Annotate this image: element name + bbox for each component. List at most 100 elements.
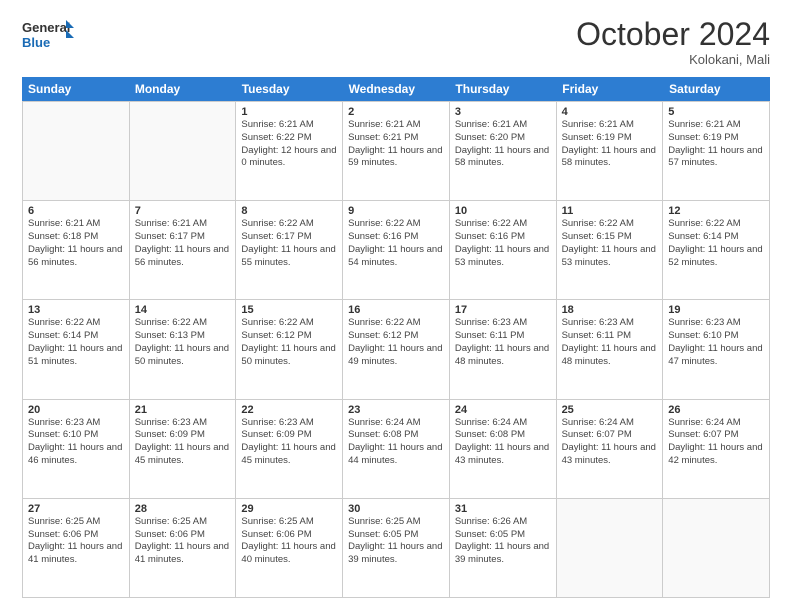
day-info-24: Sunrise: 6:24 AM Sunset: 6:08 PM Dayligh…	[455, 417, 551, 468]
day-info-17: Sunrise: 6:23 AM Sunset: 6:11 PM Dayligh…	[455, 317, 551, 368]
day-2: 2Sunrise: 6:21 AM Sunset: 6:21 PM Daylig…	[343, 102, 450, 201]
day-info-5: Sunrise: 6:21 AM Sunset: 6:19 PM Dayligh…	[668, 119, 764, 170]
weekday-header-sunday: Sunday	[22, 77, 129, 101]
day-number-15: 15	[241, 304, 337, 316]
day-info-21: Sunrise: 6:23 AM Sunset: 6:09 PM Dayligh…	[135, 417, 231, 468]
day-number-2: 2	[348, 106, 444, 118]
logo: General Blue	[22, 18, 74, 54]
day-29: 29Sunrise: 6:25 AM Sunset: 6:06 PM Dayli…	[236, 499, 343, 598]
svg-text:General: General	[22, 20, 70, 35]
day-number-12: 12	[668, 205, 764, 217]
day-24: 24Sunrise: 6:24 AM Sunset: 6:08 PM Dayli…	[450, 400, 557, 499]
day-info-19: Sunrise: 6:23 AM Sunset: 6:10 PM Dayligh…	[668, 317, 764, 368]
weekday-header-saturday: Saturday	[663, 77, 770, 101]
day-22: 22Sunrise: 6:23 AM Sunset: 6:09 PM Dayli…	[236, 400, 343, 499]
weekday-header-tuesday: Tuesday	[236, 77, 343, 101]
day-number-14: 14	[135, 304, 231, 316]
day-number-10: 10	[455, 205, 551, 217]
day-number-28: 28	[135, 503, 231, 515]
day-info-7: Sunrise: 6:21 AM Sunset: 6:17 PM Dayligh…	[135, 218, 231, 269]
day-number-18: 18	[562, 304, 658, 316]
empty-cell-4-6	[663, 499, 770, 598]
day-info-2: Sunrise: 6:21 AM Sunset: 6:21 PM Dayligh…	[348, 119, 444, 170]
calendar-body: 1Sunrise: 6:21 AM Sunset: 6:22 PM Daylig…	[22, 101, 770, 598]
day-number-20: 20	[28, 404, 124, 416]
weekday-header-friday: Friday	[556, 77, 663, 101]
day-info-25: Sunrise: 6:24 AM Sunset: 6:07 PM Dayligh…	[562, 417, 658, 468]
day-info-9: Sunrise: 6:22 AM Sunset: 6:16 PM Dayligh…	[348, 218, 444, 269]
day-15: 15Sunrise: 6:22 AM Sunset: 6:12 PM Dayli…	[236, 300, 343, 399]
day-number-3: 3	[455, 106, 551, 118]
empty-cell-4-5	[557, 499, 664, 598]
weekday-header-monday: Monday	[129, 77, 236, 101]
day-number-7: 7	[135, 205, 231, 217]
day-4: 4Sunrise: 6:21 AM Sunset: 6:19 PM Daylig…	[557, 102, 664, 201]
day-16: 16Sunrise: 6:22 AM Sunset: 6:12 PM Dayli…	[343, 300, 450, 399]
calendar-row-3: 13Sunrise: 6:22 AM Sunset: 6:14 PM Dayli…	[23, 300, 770, 399]
day-number-8: 8	[241, 205, 337, 217]
day-10: 10Sunrise: 6:22 AM Sunset: 6:16 PM Dayli…	[450, 201, 557, 300]
calendar-row-5: 27Sunrise: 6:25 AM Sunset: 6:06 PM Dayli…	[23, 499, 770, 598]
day-number-27: 27	[28, 503, 124, 515]
day-info-22: Sunrise: 6:23 AM Sunset: 6:09 PM Dayligh…	[241, 417, 337, 468]
day-number-4: 4	[562, 106, 658, 118]
day-info-29: Sunrise: 6:25 AM Sunset: 6:06 PM Dayligh…	[241, 516, 337, 567]
day-number-22: 22	[241, 404, 337, 416]
day-info-15: Sunrise: 6:22 AM Sunset: 6:12 PM Dayligh…	[241, 317, 337, 368]
day-info-20: Sunrise: 6:23 AM Sunset: 6:10 PM Dayligh…	[28, 417, 124, 468]
day-23: 23Sunrise: 6:24 AM Sunset: 6:08 PM Dayli…	[343, 400, 450, 499]
day-21: 21Sunrise: 6:23 AM Sunset: 6:09 PM Dayli…	[130, 400, 237, 499]
day-info-27: Sunrise: 6:25 AM Sunset: 6:06 PM Dayligh…	[28, 516, 124, 567]
day-number-16: 16	[348, 304, 444, 316]
day-5: 5Sunrise: 6:21 AM Sunset: 6:19 PM Daylig…	[663, 102, 770, 201]
day-19: 19Sunrise: 6:23 AM Sunset: 6:10 PM Dayli…	[663, 300, 770, 399]
day-6: 6Sunrise: 6:21 AM Sunset: 6:18 PM Daylig…	[23, 201, 130, 300]
day-number-6: 6	[28, 205, 124, 217]
day-number-9: 9	[348, 205, 444, 217]
day-info-6: Sunrise: 6:21 AM Sunset: 6:18 PM Dayligh…	[28, 218, 124, 269]
day-number-1: 1	[241, 106, 337, 118]
day-20: 20Sunrise: 6:23 AM Sunset: 6:10 PM Dayli…	[23, 400, 130, 499]
day-14: 14Sunrise: 6:22 AM Sunset: 6:13 PM Dayli…	[130, 300, 237, 399]
header: General Blue October 2024 Kolokani, Mali	[22, 18, 770, 67]
day-info-31: Sunrise: 6:26 AM Sunset: 6:05 PM Dayligh…	[455, 516, 551, 567]
calendar-row-2: 6Sunrise: 6:21 AM Sunset: 6:18 PM Daylig…	[23, 201, 770, 300]
day-info-16: Sunrise: 6:22 AM Sunset: 6:12 PM Dayligh…	[348, 317, 444, 368]
day-number-5: 5	[668, 106, 764, 118]
day-number-25: 25	[562, 404, 658, 416]
day-number-24: 24	[455, 404, 551, 416]
day-11: 11Sunrise: 6:22 AM Sunset: 6:15 PM Dayli…	[557, 201, 664, 300]
day-info-23: Sunrise: 6:24 AM Sunset: 6:08 PM Dayligh…	[348, 417, 444, 468]
day-number-17: 17	[455, 304, 551, 316]
weekday-header-thursday: Thursday	[449, 77, 556, 101]
weekday-header-wednesday: Wednesday	[343, 77, 450, 101]
day-18: 18Sunrise: 6:23 AM Sunset: 6:11 PM Dayli…	[557, 300, 664, 399]
calendar-row-4: 20Sunrise: 6:23 AM Sunset: 6:10 PM Dayli…	[23, 400, 770, 499]
day-17: 17Sunrise: 6:23 AM Sunset: 6:11 PM Dayli…	[450, 300, 557, 399]
day-31: 31Sunrise: 6:26 AM Sunset: 6:05 PM Dayli…	[450, 499, 557, 598]
day-13: 13Sunrise: 6:22 AM Sunset: 6:14 PM Dayli…	[23, 300, 130, 399]
day-26: 26Sunrise: 6:24 AM Sunset: 6:07 PM Dayli…	[663, 400, 770, 499]
month-title: October 2024	[576, 18, 770, 50]
day-27: 27Sunrise: 6:25 AM Sunset: 6:06 PM Dayli…	[23, 499, 130, 598]
empty-cell-0-1	[130, 102, 237, 201]
day-info-28: Sunrise: 6:25 AM Sunset: 6:06 PM Dayligh…	[135, 516, 231, 567]
day-7: 7Sunrise: 6:21 AM Sunset: 6:17 PM Daylig…	[130, 201, 237, 300]
day-number-23: 23	[348, 404, 444, 416]
day-8: 8Sunrise: 6:22 AM Sunset: 6:17 PM Daylig…	[236, 201, 343, 300]
calendar-header: SundayMondayTuesdayWednesdayThursdayFrid…	[22, 77, 770, 101]
day-info-3: Sunrise: 6:21 AM Sunset: 6:20 PM Dayligh…	[455, 119, 551, 170]
day-28: 28Sunrise: 6:25 AM Sunset: 6:06 PM Dayli…	[130, 499, 237, 598]
day-info-13: Sunrise: 6:22 AM Sunset: 6:14 PM Dayligh…	[28, 317, 124, 368]
day-25: 25Sunrise: 6:24 AM Sunset: 6:07 PM Dayli…	[557, 400, 664, 499]
day-number-11: 11	[562, 205, 658, 217]
day-number-13: 13	[28, 304, 124, 316]
calendar: SundayMondayTuesdayWednesdayThursdayFrid…	[22, 77, 770, 598]
title-block: October 2024 Kolokani, Mali	[576, 18, 770, 67]
day-12: 12Sunrise: 6:22 AM Sunset: 6:14 PM Dayli…	[663, 201, 770, 300]
day-3: 3Sunrise: 6:21 AM Sunset: 6:20 PM Daylig…	[450, 102, 557, 201]
day-30: 30Sunrise: 6:25 AM Sunset: 6:05 PM Dayli…	[343, 499, 450, 598]
day-info-4: Sunrise: 6:21 AM Sunset: 6:19 PM Dayligh…	[562, 119, 658, 170]
day-info-26: Sunrise: 6:24 AM Sunset: 6:07 PM Dayligh…	[668, 417, 764, 468]
day-info-1: Sunrise: 6:21 AM Sunset: 6:22 PM Dayligh…	[241, 119, 337, 170]
